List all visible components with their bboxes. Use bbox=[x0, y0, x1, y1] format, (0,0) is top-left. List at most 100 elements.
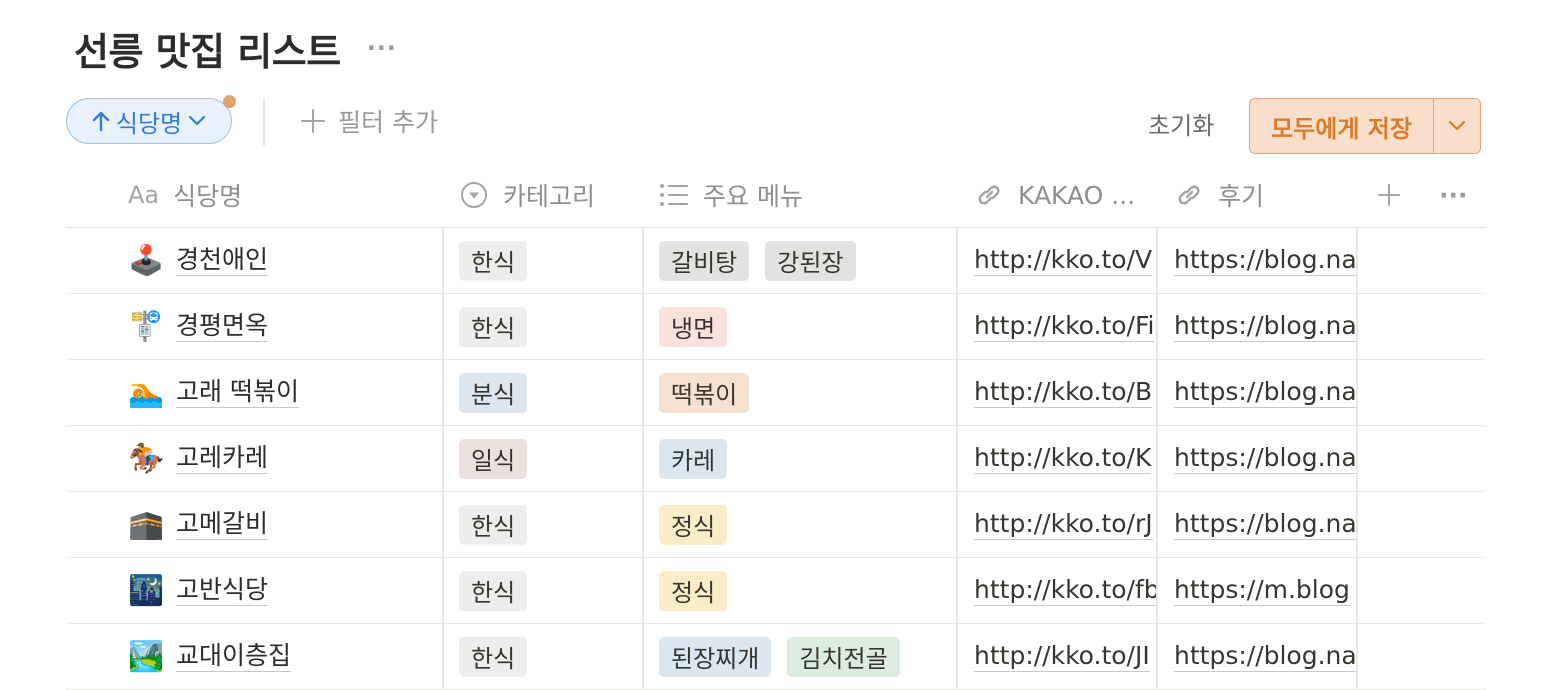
category-cell[interactable]: 한식 bbox=[459, 624, 639, 689]
menu-tag: 갈비탕 bbox=[659, 240, 750, 281]
review-link[interactable]: https://blog.na bbox=[1174, 641, 1356, 672]
table-row[interactable]: 🏇 고레카레 일식 카레 http://kko.to/K https://blo… bbox=[66, 426, 1486, 492]
column-header-kakao[interactable]: KAKAO ... bbox=[974, 162, 1135, 228]
name-cell[interactable]: 🕹️ 경천애인 bbox=[128, 228, 438, 293]
menu-cell[interactable]: 냉면 bbox=[659, 294, 954, 359]
review-link[interactable]: https://blog.na bbox=[1174, 311, 1356, 342]
category-tag: 일식 bbox=[459, 438, 528, 479]
kakao-cell[interactable]: http://kko.to/K bbox=[974, 426, 1156, 491]
category-cell[interactable]: 일식 bbox=[459, 426, 639, 491]
category-tag: 한식 bbox=[459, 636, 528, 677]
review-link[interactable]: https://m.blog bbox=[1174, 575, 1350, 606]
page-icon[interactable]: 🕋 bbox=[128, 507, 164, 543]
review-cell[interactable]: https://blog.na bbox=[1174, 624, 1356, 689]
page-icon[interactable]: 🏞️ bbox=[128, 639, 164, 675]
name-cell[interactable]: 🏇 고레카레 bbox=[128, 426, 438, 491]
table-body: 🕹️ 경천애인 한식 갈비탕 강된장 http://kko.to/V https:… bbox=[66, 228, 1486, 690]
save-options-button[interactable] bbox=[1433, 99, 1480, 153]
kakao-cell[interactable]: http://kko.to/B bbox=[974, 360, 1156, 425]
multi-select-list-icon bbox=[659, 182, 689, 208]
column-label: 식당명 bbox=[173, 182, 243, 211]
name-cell[interactable]: 🏞️ 교대이층집 bbox=[128, 624, 438, 689]
kakao-link[interactable]: http://kko.to/Fi bbox=[974, 311, 1155, 342]
category-cell[interactable]: 분식 bbox=[459, 360, 639, 425]
table-row[interactable]: 🌃 고반식당 한식 정식 http://kko.to/fb https://m.… bbox=[66, 558, 1486, 624]
restaurant-name[interactable]: 교대이층집 bbox=[176, 641, 292, 672]
arrow-up-icon bbox=[92, 110, 110, 132]
kakao-link[interactable]: http://kko.to/B bbox=[974, 377, 1153, 408]
category-cell[interactable]: 한식 bbox=[459, 492, 639, 557]
kakao-cell[interactable]: http://kko.to/rJ bbox=[974, 492, 1156, 557]
restaurant-table: Aa 식당명 카테고리 주요 메뉴 KAKAO ... 후기 ··· 🕹️ 경천… bbox=[66, 162, 1486, 690]
restaurant-name[interactable]: 경천애인 bbox=[176, 245, 269, 276]
review-link[interactable]: https://blog.na bbox=[1174, 377, 1356, 408]
menu-cell[interactable]: 정식 bbox=[659, 492, 954, 557]
chevron-down-icon bbox=[188, 115, 206, 127]
sort-chip[interactable]: 식당명 bbox=[66, 95, 236, 144]
review-cell[interactable]: https://blog.na bbox=[1174, 294, 1356, 359]
kakao-cell[interactable]: http://kko.to/Fi bbox=[974, 294, 1156, 359]
page-icon[interactable]: 🏊 bbox=[128, 375, 164, 411]
add-property-button[interactable] bbox=[1376, 162, 1402, 228]
page-icon[interactable]: 🚏 bbox=[128, 309, 164, 345]
table-row[interactable]: 🕹️ 경천애인 한식 갈비탕 강된장 http://kko.to/V https:… bbox=[66, 228, 1486, 294]
table-row[interactable]: 🏊 고래 떡볶이 분식 떡볶이 http://kko.to/B https://… bbox=[66, 360, 1486, 426]
name-cell[interactable]: 🕋 고메갈비 bbox=[128, 492, 438, 557]
review-cell[interactable]: https://blog.na bbox=[1174, 360, 1356, 425]
menu-tag: 강된장 bbox=[765, 240, 856, 281]
table-row[interactable]: 🕋 고메갈비 한식 정식 http://kko.to/rJ https://bl… bbox=[66, 492, 1486, 558]
category-tag: 한식 bbox=[459, 504, 528, 545]
category-cell[interactable]: 한식 bbox=[459, 228, 639, 293]
menu-tag: 김치전골 bbox=[787, 636, 900, 677]
restaurant-name[interactable]: 고반식당 bbox=[176, 575, 269, 606]
review-cell[interactable]: https://blog.na bbox=[1174, 492, 1356, 557]
name-cell[interactable]: 🌃 고반식당 bbox=[128, 558, 438, 623]
menu-cell[interactable]: 갈비탕 강된장 bbox=[659, 228, 954, 293]
kakao-cell[interactable]: http://kko.to/V bbox=[974, 228, 1156, 293]
table-row[interactable]: 🚏 경평면옥 한식 냉면 http://kko.to/Fi https://bl… bbox=[66, 294, 1486, 360]
reset-button[interactable]: 초기화 bbox=[1148, 106, 1214, 141]
review-cell[interactable]: https://blog.na bbox=[1174, 228, 1356, 293]
column-header-review[interactable]: 후기 bbox=[1174, 162, 1264, 228]
review-link[interactable]: https://blog.na bbox=[1174, 245, 1356, 276]
kakao-link[interactable]: http://kko.to/V bbox=[974, 245, 1153, 276]
review-cell[interactable]: https://m.blog bbox=[1174, 558, 1356, 623]
table-row[interactable]: 🏞️ 교대이층집 한식 된장찌개 김치전골 http://kko.to/JI ht… bbox=[66, 624, 1486, 690]
kakao-link[interactable]: http://kko.to/rJ bbox=[974, 509, 1153, 540]
link-icon bbox=[974, 180, 1004, 210]
save-for-everyone-button[interactable]: 모두에게 저장 bbox=[1250, 99, 1433, 153]
category-cell[interactable]: 한식 bbox=[459, 294, 639, 359]
add-filter-label: 필터 추가 bbox=[338, 108, 438, 137]
kakao-cell[interactable]: http://kko.to/JI bbox=[974, 624, 1156, 689]
add-filter-button[interactable]: 필터 추가 bbox=[300, 100, 438, 142]
more-options-icon[interactable]: ··· bbox=[367, 34, 397, 62]
column-header-menu[interactable]: 주요 메뉴 bbox=[659, 162, 803, 228]
sort-label: 식당명 bbox=[115, 109, 183, 138]
menu-cell[interactable]: 카레 bbox=[659, 426, 954, 491]
category-tag: 한식 bbox=[459, 240, 528, 281]
review-cell[interactable]: https://blog.na bbox=[1174, 426, 1356, 491]
column-header-category[interactable]: 카테고리 bbox=[459, 162, 595, 228]
page-icon[interactable]: 🏇 bbox=[128, 441, 164, 477]
kakao-link[interactable]: http://kko.to/K bbox=[974, 443, 1152, 474]
menu-cell[interactable]: 된장찌개 김치전골 bbox=[659, 624, 954, 689]
restaurant-name[interactable]: 고래 떡볶이 bbox=[176, 377, 299, 408]
name-cell[interactable]: 🏊 고래 떡볶이 bbox=[128, 360, 438, 425]
kakao-link[interactable]: http://kko.to/JI bbox=[974, 641, 1150, 672]
menu-cell[interactable]: 떡볶이 bbox=[659, 360, 954, 425]
page-title: 선릉 맛집 리스트 bbox=[74, 29, 341, 74]
restaurant-name[interactable]: 경평면옥 bbox=[176, 311, 269, 342]
page-icon[interactable]: 🕹️ bbox=[128, 243, 164, 279]
restaurant-name[interactable]: 고레카레 bbox=[176, 443, 269, 474]
menu-cell[interactable]: 정식 bbox=[659, 558, 954, 623]
name-cell[interactable]: 🚏 경평면옥 bbox=[128, 294, 438, 359]
review-link[interactable]: https://blog.na bbox=[1174, 443, 1356, 474]
kakao-cell[interactable]: http://kko.to/fb bbox=[974, 558, 1156, 623]
restaurant-name[interactable]: 고메갈비 bbox=[176, 509, 269, 540]
more-options-icon[interactable]: ··· bbox=[1439, 162, 1468, 228]
kakao-link[interactable]: http://kko.to/fb bbox=[974, 575, 1156, 606]
column-header-name[interactable]: Aa 식당명 bbox=[128, 162, 242, 228]
review-link[interactable]: https://blog.na bbox=[1174, 509, 1356, 540]
page-icon[interactable]: 🌃 bbox=[128, 573, 164, 609]
category-cell[interactable]: 한식 bbox=[459, 558, 639, 623]
